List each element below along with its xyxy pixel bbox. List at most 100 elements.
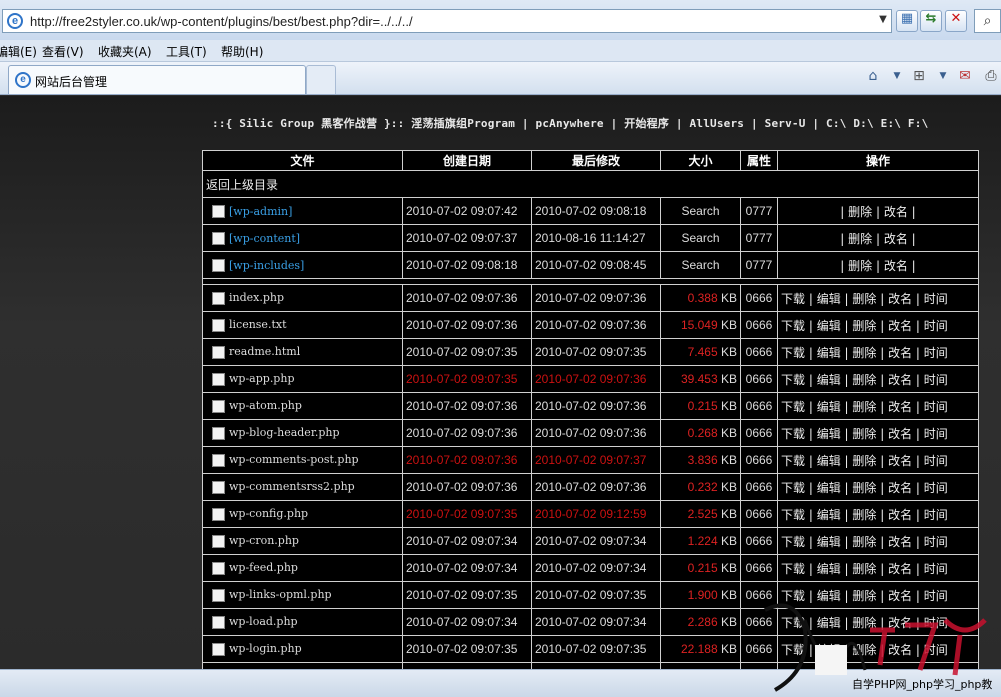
dir-search-link[interactable]: Search — [660, 197, 741, 225]
row-checkbox[interactable] — [212, 205, 225, 218]
action-1-button[interactable]: 改名 — [884, 259, 908, 273]
action-3-button[interactable]: 改名 — [888, 427, 912, 441]
action-3-button[interactable]: 改名 — [888, 508, 912, 522]
home-dropdown-icon[interactable]: ▼ — [888, 67, 906, 85]
nav-link-allusers[interactable]: AllUsers — [690, 117, 745, 130]
tab-current[interactable]: e 网站后台管理 — [8, 65, 306, 94]
action-1-button[interactable]: 编辑 — [817, 589, 841, 603]
refresh-icon[interactable]: ⇆ — [920, 10, 942, 32]
rss-dropdown-icon[interactable]: ▼ — [934, 67, 952, 85]
nav-link-pcanywhere[interactable]: pcAnywhere — [536, 117, 604, 130]
row-checkbox[interactable] — [212, 291, 225, 305]
action-0-button[interactable]: 下载 — [781, 319, 805, 333]
action-0-button[interactable]: 下载 — [781, 427, 805, 441]
action-0-button[interactable]: 删除 — [848, 205, 872, 219]
dir-link[interactable]: [wp-includes] — [229, 259, 304, 272]
file-name[interactable]: wp-login.php — [229, 642, 302, 655]
action-4-button[interactable]: 时间 — [924, 481, 948, 495]
menu-tools[interactable]: 工具(T) — [166, 43, 207, 60]
action-4-button[interactable]: 时间 — [924, 400, 948, 414]
action-3-button[interactable]: 改名 — [888, 319, 912, 333]
menu-edit[interactable]: 编辑(E) — [0, 43, 37, 60]
search-icon[interactable]: ⌕ — [974, 9, 1001, 33]
file-name[interactable]: wp-load.php — [229, 615, 298, 628]
file-name[interactable]: wp-commentsrss2.php — [229, 480, 355, 493]
action-1-button[interactable]: 编辑 — [817, 535, 841, 549]
action-2-button[interactable]: 删除 — [852, 535, 876, 549]
url-text[interactable]: http://free2styler.co.uk/wp-content/plug… — [30, 14, 413, 29]
action-0-button[interactable]: 下载 — [781, 643, 805, 657]
action-3-button[interactable]: 改名 — [888, 292, 912, 306]
url-field[interactable]: e http://free2styler.co.uk/wp-content/pl… — [2, 9, 892, 33]
action-3-button[interactable]: 改名 — [888, 373, 912, 387]
action-2-button[interactable]: 删除 — [852, 427, 876, 441]
menu-view[interactable]: 查看(V) — [42, 43, 84, 60]
file-name[interactable]: wp-cron.php — [229, 534, 299, 547]
row-checkbox[interactable] — [212, 642, 225, 656]
file-name[interactable]: index.php — [229, 291, 284, 304]
action-0-button[interactable]: 下载 — [781, 535, 805, 549]
action-1-button[interactable]: 编辑 — [817, 454, 841, 468]
stop-icon[interactable]: ✕ — [945, 10, 967, 32]
file-name[interactable]: wp-feed.php — [229, 561, 298, 574]
home-icon[interactable]: ⌂ — [864, 67, 882, 85]
action-2-button[interactable]: 删除 — [852, 292, 876, 306]
action-3-button[interactable]: 改名 — [888, 562, 912, 576]
action-4-button[interactable]: 时间 — [924, 427, 948, 441]
file-name[interactable]: wp-comments-post.php — [229, 453, 359, 466]
action-0-button[interactable]: 下载 — [781, 454, 805, 468]
file-name[interactable]: wp-links-opml.php — [229, 588, 332, 601]
action-1-button[interactable]: 编辑 — [817, 427, 841, 441]
row-checkbox[interactable] — [212, 453, 225, 467]
action-4-button[interactable]: 时间 — [924, 319, 948, 333]
action-2-button[interactable]: 删除 — [852, 562, 876, 576]
action-2-button[interactable]: 删除 — [852, 508, 876, 522]
action-2-button[interactable]: 删除 — [852, 346, 876, 360]
action-1-button[interactable]: 编辑 — [817, 373, 841, 387]
action-2-button[interactable]: 删除 — [852, 319, 876, 333]
action-0-button[interactable]: 下载 — [781, 346, 805, 360]
file-name[interactable]: wp-atom.php — [229, 399, 302, 412]
action-4-button[interactable]: 时间 — [924, 508, 948, 522]
action-1-button[interactable]: 编辑 — [817, 481, 841, 495]
action-1-button[interactable]: 编辑 — [817, 400, 841, 414]
action-1-button[interactable]: 编辑 — [817, 616, 841, 630]
row-checkbox[interactable] — [212, 426, 225, 440]
dir-link[interactable]: [wp-admin] — [229, 205, 292, 218]
menu-favorites[interactable]: 收藏夹(A) — [98, 43, 152, 60]
action-2-button[interactable]: 删除 — [852, 400, 876, 414]
file-name[interactable]: wp-app.php — [229, 372, 294, 385]
row-checkbox[interactable] — [212, 345, 225, 359]
action-2-button[interactable]: 删除 — [852, 481, 876, 495]
action-2-button[interactable]: 删除 — [852, 616, 876, 630]
row-checkbox[interactable] — [212, 232, 225, 245]
action-3-button[interactable]: 改名 — [888, 643, 912, 657]
nav-link-program[interactable]: 淫荡插旗组Program — [411, 117, 515, 130]
row-checkbox[interactable] — [212, 259, 225, 272]
action-4-button[interactable]: 时间 — [924, 589, 948, 603]
nav-link-servu[interactable]: Serv-U — [765, 117, 806, 130]
action-0-button[interactable]: 下载 — [781, 400, 805, 414]
action-4-button[interactable]: 时间 — [924, 643, 948, 657]
dir-link[interactable]: [wp-content] — [229, 232, 300, 245]
action-0-button[interactable]: 下载 — [781, 562, 805, 576]
action-2-button[interactable]: 删除 — [852, 373, 876, 387]
action-4-button[interactable]: 时间 — [924, 346, 948, 360]
rss-icon[interactable]: ⊞ — [910, 67, 928, 85]
row-checkbox[interactable] — [212, 318, 225, 332]
action-0-button[interactable]: 删除 — [848, 232, 872, 246]
action-1-button[interactable]: 编辑 — [817, 346, 841, 360]
new-tab-button[interactable] — [306, 65, 336, 94]
file-name[interactable]: wp-config.php — [229, 507, 308, 520]
dir-search-link[interactable]: Search — [660, 224, 741, 252]
action-0-button[interactable]: 下载 — [781, 373, 805, 387]
print-icon[interactable]: ⎙ — [982, 67, 1000, 85]
row-checkbox[interactable] — [212, 399, 225, 413]
action-4-button[interactable]: 时间 — [924, 535, 948, 549]
file-name[interactable]: wp-blog-header.php — [229, 426, 340, 439]
action-4-button[interactable]: 时间 — [924, 454, 948, 468]
action-1-button[interactable]: 改名 — [884, 232, 908, 246]
parent-dir-link[interactable]: 返回上级目录 — [202, 170, 979, 198]
action-1-button[interactable]: 编辑 — [817, 319, 841, 333]
nav-link-startup[interactable]: 开始程序 — [624, 117, 669, 130]
